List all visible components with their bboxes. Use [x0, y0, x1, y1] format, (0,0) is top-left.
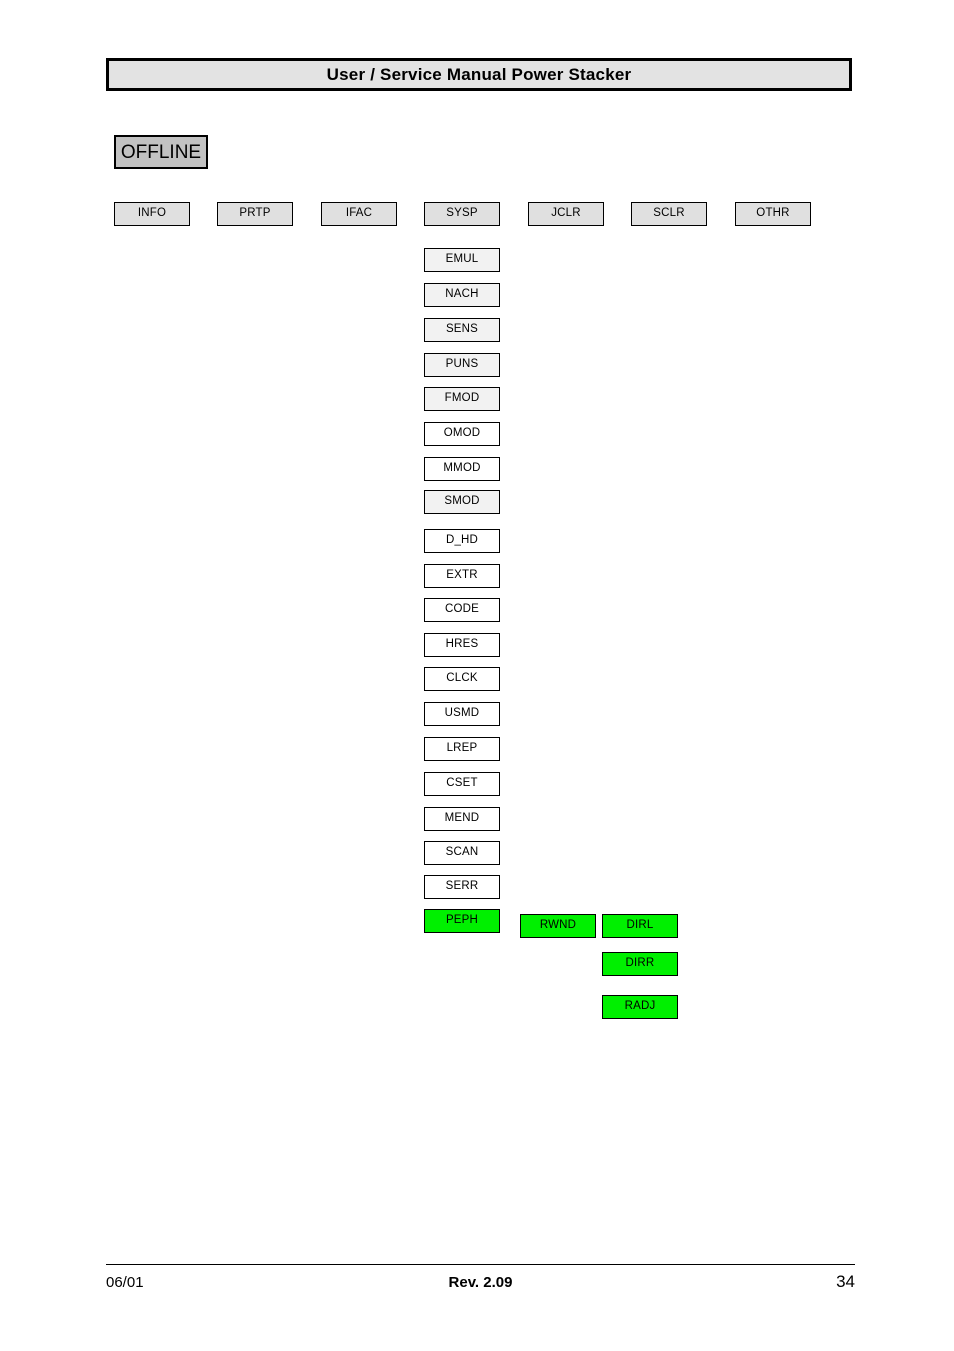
menu-node-label: PEPH [445, 914, 479, 927]
menu-node-serr[interactable]: SERR [424, 875, 500, 899]
menu-node-label: EMUL [445, 253, 479, 266]
menu-node-label: MMOD [443, 462, 481, 475]
page-title: User / Service Manual Power Stacker [326, 65, 632, 84]
menu-node-label: SMOD [444, 495, 480, 508]
menu-node-emul[interactable]: EMUL [424, 248, 500, 272]
menu-node-mmod[interactable]: MMOD [424, 457, 500, 481]
menu-node-scan[interactable]: SCAN [424, 841, 500, 865]
menu-node-label: SYSP [446, 207, 478, 220]
menu-node-label: SERR [445, 880, 479, 893]
menu-node-label: DIRR [625, 957, 655, 970]
menu-node-sysp[interactable]: SYSP [424, 202, 500, 226]
menu-node-label: EXTR [446, 569, 478, 582]
menu-node-label: LREP [446, 742, 478, 755]
menu-node-label: SENS [445, 323, 479, 336]
menu-node-label: PUNS [445, 358, 479, 371]
menu-node-label: OTHR [756, 207, 790, 220]
menu-node-label: SCLR [653, 207, 685, 220]
menu-node-radj[interactable]: RADJ [602, 995, 678, 1019]
menu-node-smod[interactable]: SMOD [424, 490, 500, 514]
menu-node-label: CODE [444, 603, 480, 616]
footer-divider [106, 1264, 855, 1265]
menu-node-dirl[interactable]: DIRL [602, 914, 678, 938]
menu-node-code[interactable]: CODE [424, 598, 500, 622]
menu-node-usmd[interactable]: USMD [424, 702, 500, 726]
document-header-bar: User / Service Manual Power Stacker [106, 58, 852, 91]
menu-node-label: FMOD [444, 392, 480, 405]
menu-node-label: MEND [444, 812, 480, 825]
document-footer: 06/01 Rev. 2.09 34 [106, 1269, 855, 1295]
menu-node-label: CLCK [446, 672, 478, 685]
status-badge-offline: OFFLINE [114, 135, 208, 169]
menu-node-label: RADJ [624, 1000, 656, 1013]
menu-node-label: IFAC [345, 207, 373, 220]
menu-node-sens[interactable]: SENS [424, 318, 500, 342]
menu-node-info[interactable]: INFO [114, 202, 190, 226]
menu-node-label: PRTP [239, 207, 271, 220]
menu-node-label: DIRL [626, 919, 654, 932]
menu-node-rwnd[interactable]: RWND [520, 914, 596, 938]
menu-node-label: RWND [539, 919, 577, 932]
menu-node-label: HRES [445, 638, 479, 651]
menu-node-jclr[interactable]: JCLR [528, 202, 604, 226]
menu-node-mend[interactable]: MEND [424, 807, 500, 831]
menu-node-label: CSET [446, 777, 478, 790]
menu-node-fmod[interactable]: FMOD [424, 387, 500, 411]
footer-revision: Rev. 2.09 [448, 1273, 513, 1291]
menu-node-cset[interactable]: CSET [424, 772, 500, 796]
menu-node-d-hd[interactable]: D_HD [424, 529, 500, 553]
menu-node-label: OMOD [443, 427, 481, 440]
menu-node-extr[interactable]: EXTR [424, 564, 500, 588]
menu-node-label: USMD [444, 707, 480, 720]
menu-node-clck[interactable]: CLCK [424, 667, 500, 691]
menu-node-othr[interactable]: OTHR [735, 202, 811, 226]
menu-node-label: D_HD [445, 534, 479, 547]
footer-page-number: 34 [836, 1272, 855, 1291]
status-badge-label: OFFLINE [120, 141, 202, 163]
menu-node-omod[interactable]: OMOD [424, 422, 500, 446]
menu-node-lrep[interactable]: LREP [424, 737, 500, 761]
menu-node-puns[interactable]: PUNS [424, 353, 500, 377]
menu-node-hres[interactable]: HRES [424, 633, 500, 657]
menu-node-ifac[interactable]: IFAC [321, 202, 397, 226]
menu-node-label: NACH [445, 288, 479, 301]
menu-node-nach[interactable]: NACH [424, 283, 500, 307]
menu-node-label: JCLR [551, 207, 581, 220]
menu-node-dirr[interactable]: DIRR [602, 952, 678, 976]
menu-node-label: INFO [137, 207, 167, 220]
menu-node-sclr[interactable]: SCLR [631, 202, 707, 226]
menu-node-label: SCAN [445, 846, 479, 859]
menu-node-prtp[interactable]: PRTP [217, 202, 293, 226]
menu-node-peph[interactable]: PEPH [424, 909, 500, 933]
